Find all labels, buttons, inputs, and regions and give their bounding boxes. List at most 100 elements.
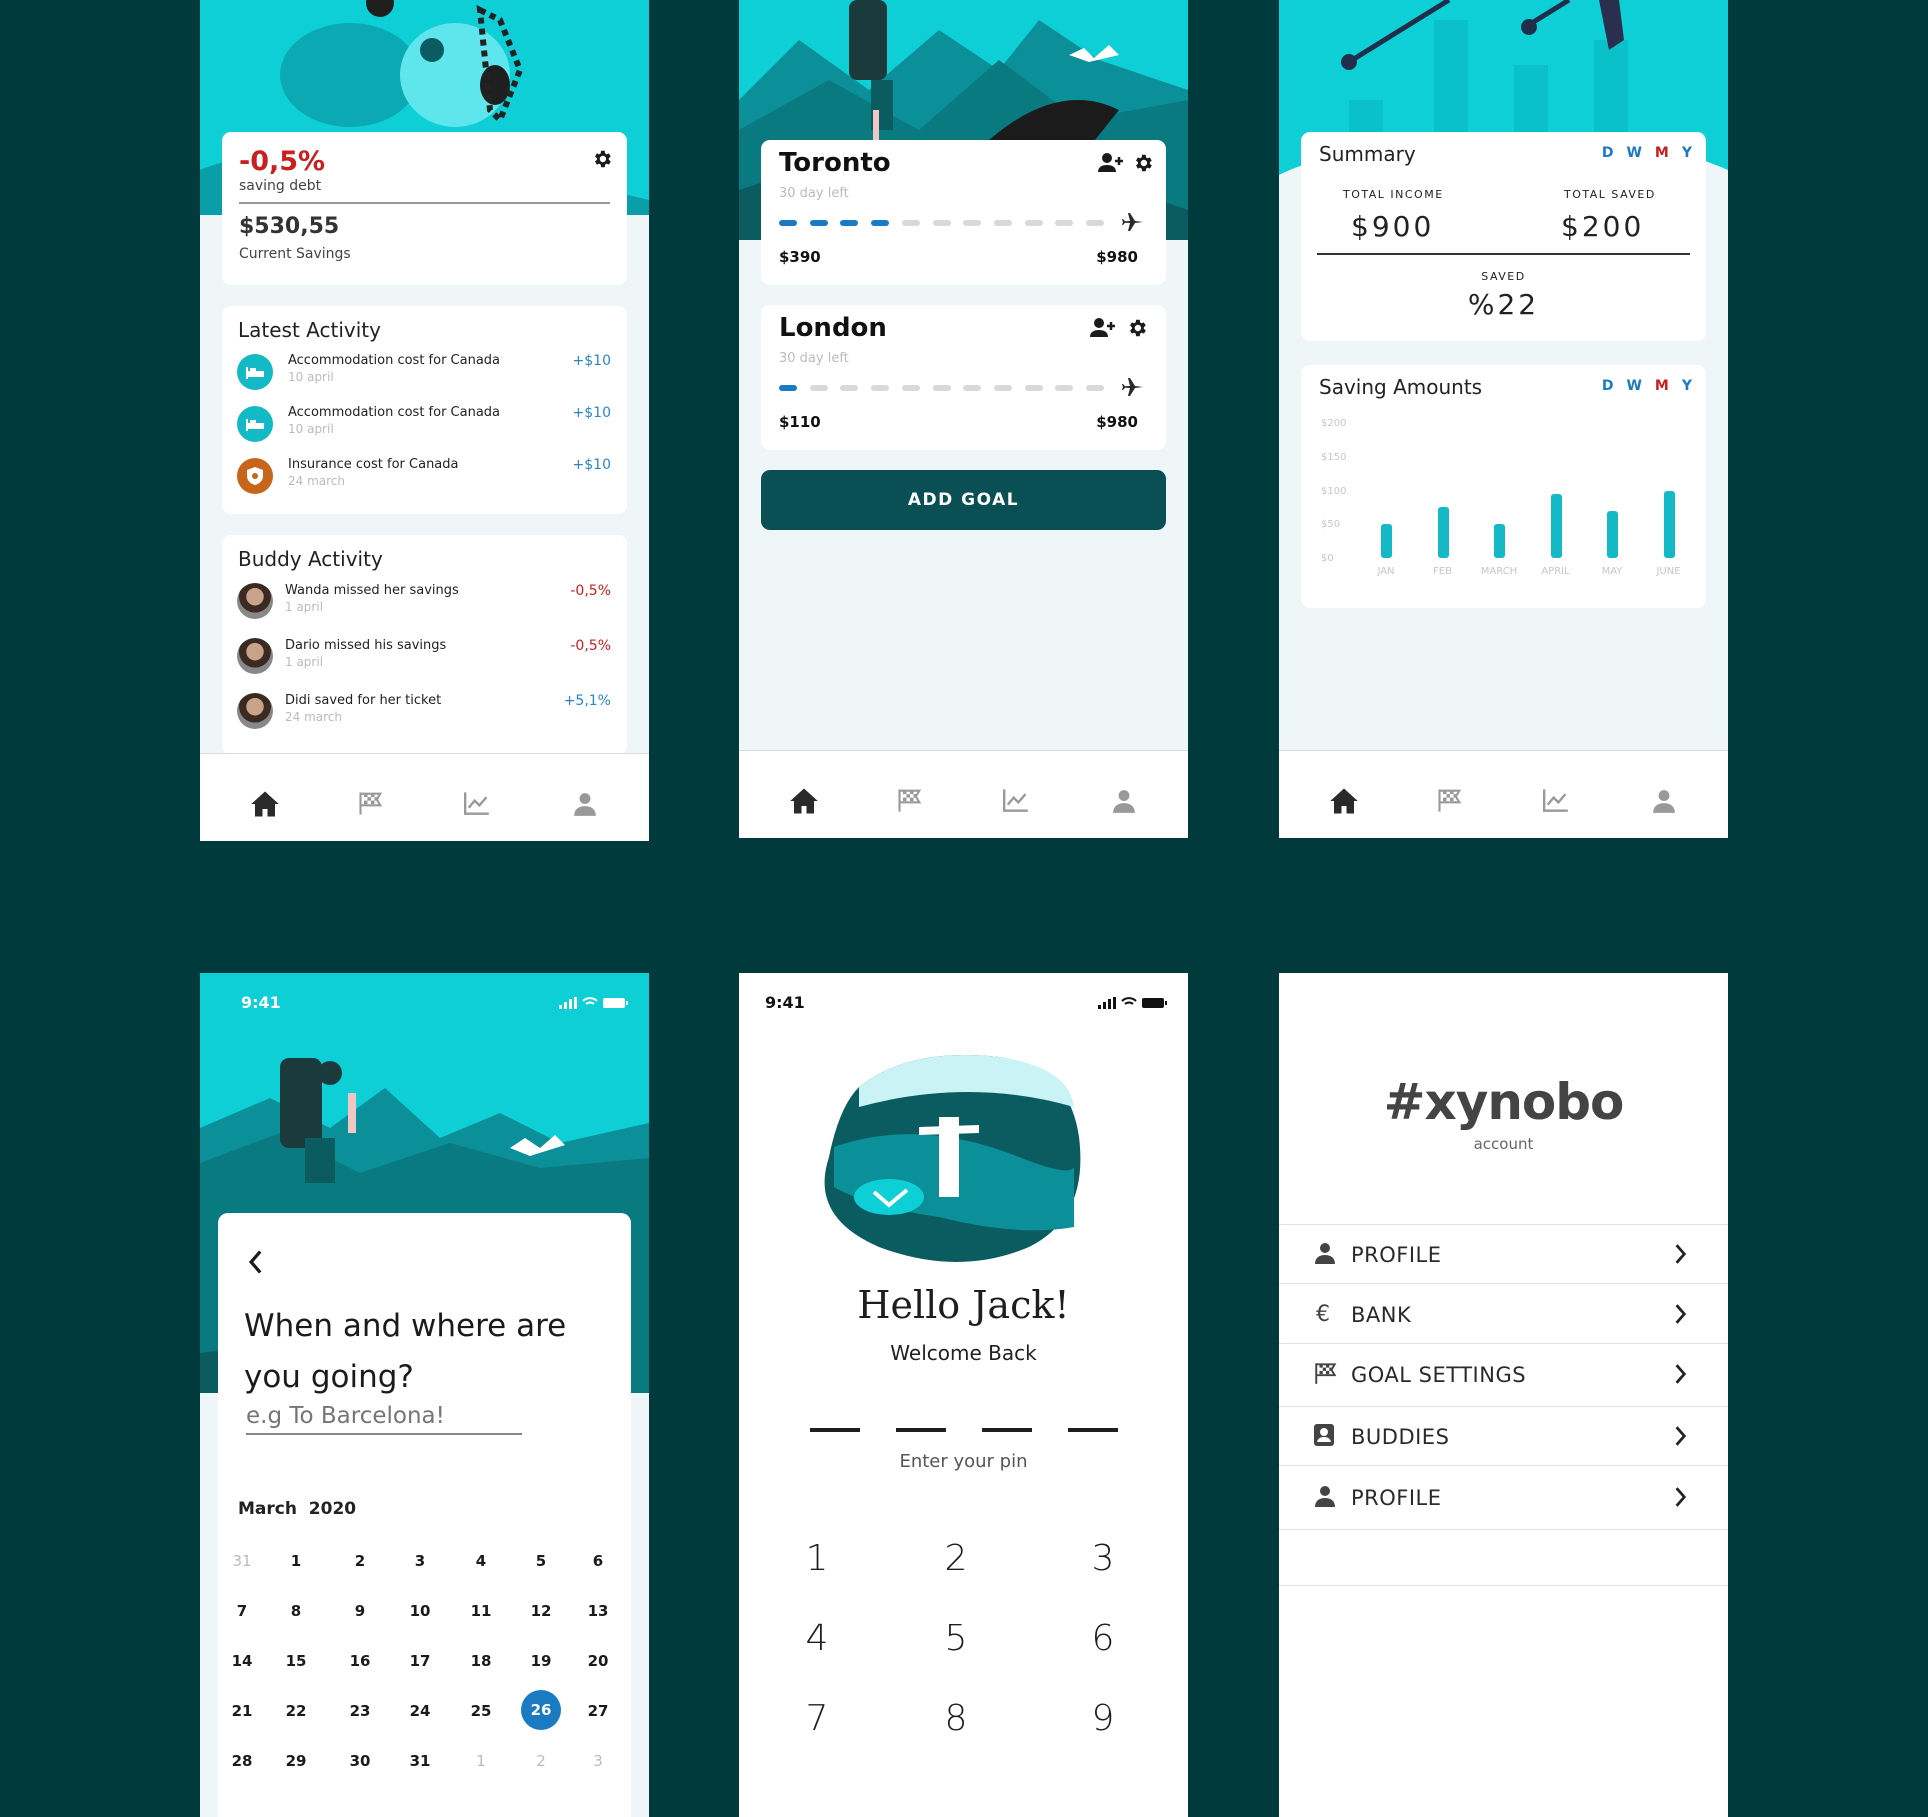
calendar-day[interactable]: 8	[276, 1599, 316, 1623]
calendar-day[interactable]: 16	[340, 1649, 380, 1673]
keypad-key-3[interactable]: 3	[1073, 1538, 1133, 1579]
period-y-tab[interactable]: Y	[1682, 145, 1692, 161]
calendar-day[interactable]: 31	[400, 1749, 440, 1773]
keypad-key-7[interactable]: 7	[787, 1698, 847, 1739]
pin-slot[interactable]	[1068, 1428, 1118, 1432]
keypad-key-8[interactable]: 8	[926, 1698, 986, 1739]
home-icon[interactable]	[789, 787, 819, 815]
calendar-day[interactable]: 2	[340, 1549, 380, 1573]
calendar-day[interactable]: 25	[461, 1699, 501, 1723]
user-icon[interactable]	[572, 790, 598, 818]
period-d-tab[interactable]: D	[1602, 145, 1614, 161]
goal-card[interactable]: London 30 day left $110 $980	[761, 305, 1166, 450]
chevron-right-icon	[1674, 1363, 1688, 1389]
flag-icon[interactable]	[357, 790, 385, 816]
calendar-day[interactable]: 15	[276, 1649, 316, 1673]
progress-segment	[871, 220, 890, 226]
calendar-day[interactable]: 31	[222, 1549, 262, 1573]
calendar-day[interactable]: 21	[222, 1699, 262, 1723]
period-m-tab[interactable]: M	[1655, 145, 1669, 161]
signal-icon	[1097, 997, 1116, 1009]
menu-item-buddies[interactable]: BUDDIES	[1279, 1407, 1728, 1466]
account-label: account	[1473, 1135, 1534, 1153]
calendar-day[interactable]: 24	[400, 1699, 440, 1723]
calendar-day-selected[interactable]: 26	[521, 1690, 561, 1730]
keypad-key-1[interactable]: 1	[787, 1538, 847, 1579]
period-w-tab[interactable]: W	[1626, 145, 1641, 161]
calendar-day[interactable]: 2	[521, 1749, 561, 1773]
settings-gear-icon[interactable]	[591, 148, 613, 170]
keypad-key-4[interactable]: 4	[787, 1618, 847, 1659]
user-icon[interactable]	[1111, 787, 1137, 815]
keypad-key-2[interactable]: 2	[926, 1538, 986, 1579]
calendar-day[interactable]: 28	[222, 1749, 262, 1773]
calendar-day[interactable]: 30	[340, 1749, 380, 1773]
goal-current: $110	[779, 413, 821, 431]
calendar-day[interactable]: 27	[578, 1699, 618, 1723]
pin-slot[interactable]	[982, 1428, 1032, 1432]
home-icon[interactable]	[1329, 787, 1359, 815]
goal-card[interactable]: Toronto 30 day left $390 $980	[761, 140, 1166, 285]
pin-slot[interactable]	[810, 1428, 860, 1432]
calendar-day[interactable]: 12	[521, 1599, 561, 1623]
flag-icon[interactable]	[896, 787, 924, 813]
keypad-key-6[interactable]: 6	[1073, 1618, 1133, 1659]
menu-item-profile[interactable]: PROFILE	[1279, 1468, 1728, 1530]
calendar-day[interactable]: 1	[461, 1749, 501, 1773]
calendar-day[interactable]: 10	[400, 1599, 440, 1623]
add-goal-button[interactable]: ADD GOAL	[761, 470, 1166, 530]
buddy-date: 1 april	[285, 655, 324, 669]
calendar-day[interactable]: 7	[222, 1599, 262, 1623]
calendar-day[interactable]: 3	[400, 1549, 440, 1573]
calendar-day[interactable]: 9	[340, 1599, 380, 1623]
keypad-key-9[interactable]: 9	[1073, 1698, 1133, 1739]
progress-segment	[993, 220, 1012, 226]
chevron-right-icon	[1674, 1243, 1688, 1269]
activity-date: 10 april	[288, 370, 334, 384]
activity-text: Accommodation cost for Canada	[288, 353, 501, 368]
menu-item-goal-settings[interactable]: GOAL SETTINGS	[1279, 1345, 1728, 1407]
calendar-day[interactable]: 19	[521, 1649, 561, 1673]
wifi-icon	[1121, 997, 1137, 1005]
calendar-day[interactable]: 23	[340, 1699, 380, 1723]
calendar-day[interactable]: 22	[276, 1699, 316, 1723]
total-saved-label: TOTAL SAVED	[1564, 188, 1656, 201]
add-buddy-icon[interactable]	[1090, 317, 1116, 343]
calendar-day[interactable]: 5	[521, 1549, 561, 1573]
home-icon[interactable]	[250, 790, 280, 818]
calendar-day[interactable]: 29	[276, 1749, 316, 1773]
buddy-avatar[interactable]	[237, 693, 273, 729]
calendar-day[interactable]: 13	[578, 1599, 618, 1623]
calendar-day[interactable]: 1	[276, 1549, 316, 1573]
keypad-key-5[interactable]: 5	[926, 1618, 986, 1659]
progress-segment	[1086, 220, 1104, 226]
calendar-day[interactable]: 11	[461, 1599, 501, 1623]
settings-gear-icon[interactable]	[1126, 317, 1148, 343]
calendar-day[interactable]: 14	[222, 1649, 262, 1673]
menu-item-bank[interactable]: € BANK	[1279, 1285, 1728, 1344]
back-chevron-icon[interactable]	[246, 1249, 264, 1275]
pin-slot[interactable]	[896, 1428, 946, 1432]
euro-icon: €	[1313, 1301, 1337, 1329]
calendar-day[interactable]: 4	[461, 1549, 501, 1573]
chart-icon[interactable]	[1541, 787, 1571, 813]
user-icon[interactable]	[1651, 787, 1677, 815]
progress-segment	[840, 385, 859, 391]
bed-icon	[237, 354, 273, 390]
settings-gear-icon[interactable]	[1132, 152, 1154, 178]
bar	[1381, 524, 1392, 558]
buddy-avatar[interactable]	[237, 638, 273, 674]
calendar-day[interactable]: 6	[578, 1549, 618, 1573]
calendar-day[interactable]: 20	[578, 1649, 618, 1673]
chart-icon[interactable]	[462, 790, 492, 816]
flag-icon[interactable]	[1436, 787, 1464, 813]
goal-target: $980	[1096, 413, 1138, 431]
chart-icon[interactable]	[1001, 787, 1031, 813]
calendar-day[interactable]: 17	[400, 1649, 440, 1673]
calendar-day[interactable]: 3	[578, 1749, 618, 1773]
menu-item-profile[interactable]: PROFILE	[1279, 1225, 1728, 1284]
destination-input[interactable]	[246, 1403, 522, 1435]
add-buddy-icon[interactable]	[1098, 152, 1124, 178]
buddy-avatar[interactable]	[237, 583, 273, 619]
calendar-day[interactable]: 18	[461, 1649, 501, 1673]
